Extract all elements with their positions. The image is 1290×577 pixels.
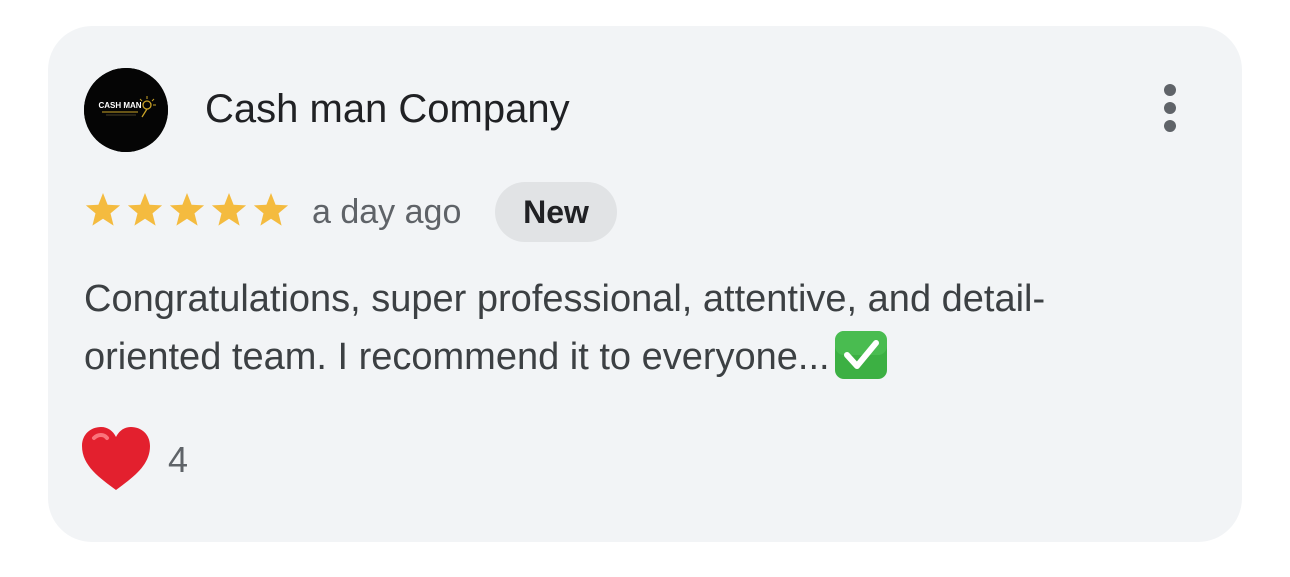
more-options-button[interactable] (1152, 78, 1188, 138)
review-card: CASH MAN Cash man Company a day ago New … (48, 26, 1242, 542)
star-rating (85, 193, 289, 226)
cash-man-logo-icon: CASH MAN (84, 68, 168, 152)
reviewer-avatar[interactable]: CASH MAN (84, 68, 168, 152)
star-icon (253, 193, 289, 226)
review-text-line: oriented team. I recommend it to everyon… (84, 328, 1174, 386)
new-badge: New (495, 182, 617, 242)
reviewer-name[interactable]: Cash man Company (205, 84, 570, 134)
more-vertical-icon (1164, 84, 1176, 96)
review-date: a day ago (312, 193, 462, 231)
reaction-count: 4 (168, 439, 189, 480)
review-text-line: Congratulations, super professional, att… (84, 278, 1046, 320)
review-text: Congratulations, super professional, att… (84, 270, 1174, 386)
star-icon (169, 193, 205, 226)
logo-text: CASH MAN (98, 101, 141, 110)
star-icon (127, 193, 163, 226)
star-icon (85, 193, 121, 226)
star-icon (211, 193, 247, 226)
check-mark-icon (834, 331, 887, 379)
heart-icon[interactable] (80, 426, 152, 492)
